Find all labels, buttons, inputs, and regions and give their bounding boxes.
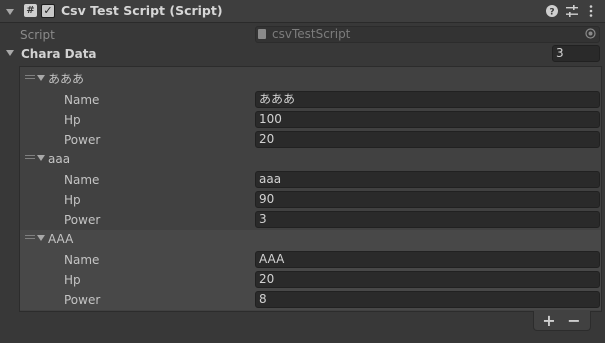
- hp-field[interactable]: 90: [255, 191, 600, 208]
- script-label: Script: [20, 28, 55, 42]
- component-foldout-arrow-icon[interactable]: [6, 9, 14, 15]
- component-enabled-checkbox[interactable]: ✓: [41, 4, 55, 18]
- power-value: 3: [259, 212, 267, 226]
- drag-handle-icon[interactable]: [25, 75, 35, 81]
- help-icon[interactable]: ?: [545, 3, 559, 21]
- element-header[interactable]: あああ: [48, 71, 84, 87]
- drag-handle-icon[interactable]: [25, 235, 35, 241]
- script-value: csvTestScript: [272, 27, 351, 41]
- power-value: 20: [259, 132, 275, 146]
- field-label-hp: Hp: [64, 273, 81, 287]
- drag-handle-icon[interactable]: [25, 155, 35, 161]
- name-value: あああ: [259, 92, 296, 106]
- more-icon[interactable]: [584, 3, 598, 21]
- element-foldout-arrow-icon[interactable]: [37, 235, 45, 241]
- list-size-value: 3: [556, 46, 564, 60]
- presets-icon[interactable]: [565, 3, 579, 21]
- field-label-name: Name: [64, 93, 100, 107]
- script-field: csvTestScript: [255, 26, 600, 43]
- field-label-power: Power: [64, 133, 101, 147]
- add-element-button[interactable]: +: [540, 312, 558, 330]
- hp-value: 100: [259, 112, 282, 126]
- name-field[interactable]: あああ: [255, 91, 600, 108]
- name-field[interactable]: aaa: [255, 171, 600, 188]
- hp-field[interactable]: 20: [255, 271, 600, 288]
- script-hash-icon: #: [24, 4, 37, 17]
- field-label-power: Power: [64, 293, 101, 307]
- element-header[interactable]: aaa: [48, 151, 70, 167]
- list-size-field[interactable]: 3: [552, 45, 600, 62]
- power-value: 8: [259, 292, 267, 306]
- power-field[interactable]: 3: [255, 211, 600, 228]
- component-title[interactable]: Csv Test Script (Script): [61, 3, 223, 18]
- name-value: aaa: [259, 172, 282, 186]
- remove-element-button[interactable]: −: [565, 312, 583, 330]
- chara-data-label[interactable]: Chara Data: [21, 46, 97, 62]
- field-label-power: Power: [64, 213, 101, 227]
- field-label-hp: Hp: [64, 193, 81, 207]
- svg-text:?: ?: [549, 8, 554, 18]
- hp-field[interactable]: 100: [255, 111, 600, 128]
- element-foldout-arrow-icon[interactable]: [37, 75, 45, 81]
- field-label-hp: Hp: [64, 113, 81, 127]
- field-label-name: Name: [64, 253, 100, 267]
- element-foldout-arrow-icon[interactable]: [37, 155, 45, 161]
- field-label-name: Name: [64, 173, 100, 187]
- object-picker-icon[interactable]: [585, 28, 596, 39]
- hp-value: 20: [259, 272, 275, 286]
- script-file-icon: [258, 29, 266, 39]
- name-field[interactable]: AAA: [255, 251, 600, 268]
- power-field[interactable]: 20: [255, 131, 600, 148]
- power-field[interactable]: 8: [255, 291, 600, 308]
- hp-value: 90: [259, 192, 275, 206]
- chara-data-foldout-arrow-icon[interactable]: [6, 50, 14, 56]
- element-header[interactable]: AAA: [48, 231, 73, 247]
- name-value: AAA: [259, 252, 285, 266]
